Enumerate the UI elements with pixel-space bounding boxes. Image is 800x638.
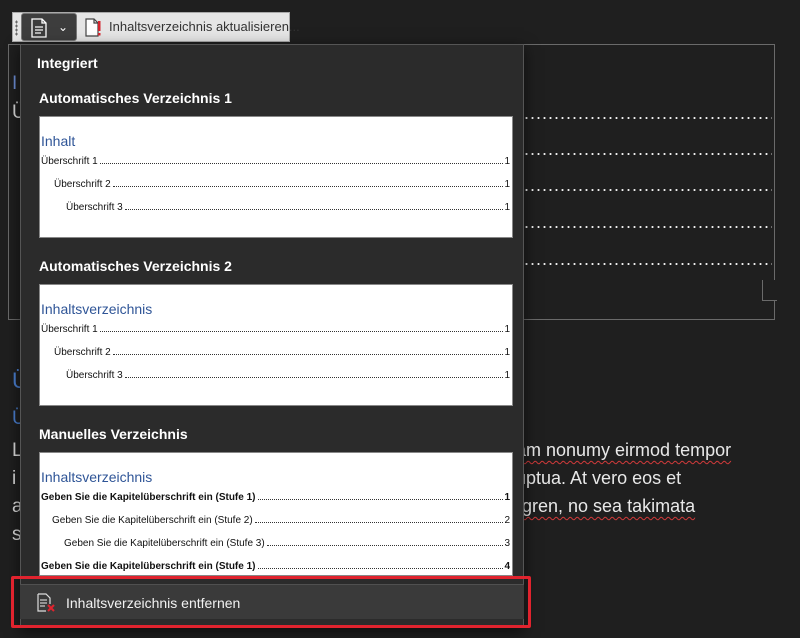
preview-line: Geben Sie die Kapitelüberschrift ein (St…	[64, 538, 510, 549]
document-toc-row: ........................................…	[500, 103, 772, 123]
preview-heading: Inhaltsverzeichnis	[41, 469, 153, 485]
gallery-title-manual: Manuelles Verzeichnis	[39, 426, 188, 442]
frame-notch	[762, 280, 777, 301]
chevron-down-icon: ⌄	[58, 20, 69, 34]
document-body-line: rgren, no sea takimata	[516, 496, 696, 516]
preview-heading: Inhaltsverzeichnis	[41, 301, 153, 317]
update-table-button[interactable]: Inhaltsverzeichnis aktualisieren...	[109, 19, 300, 34]
preview-line: Überschrift 21	[54, 179, 510, 190]
gallery-item-manual[interactable]: Inhaltsverzeichnis Geben Sie die Kapitel…	[39, 452, 513, 576]
preview-line: Überschrift 11	[41, 324, 510, 335]
table-of-contents-icon	[30, 18, 48, 43]
document-body-line: uptua. At vero eos et	[516, 468, 682, 488]
preview-heading: Inhalt	[41, 133, 76, 149]
gallery-title-auto-2: Automatisches Verzeichnis 2	[39, 258, 232, 274]
gallery-item-auto-1[interactable]: Inhalt Überschrift 11 Überschrift 21 Übe…	[39, 116, 513, 238]
preview-line: Geben Sie die Kapitelüberschrift ein (St…	[41, 492, 510, 503]
document-fragment: i	[12, 468, 17, 489]
preview-line: Überschrift 31	[66, 370, 510, 381]
gallery-title-auto-1: Automatisches Verzeichnis 1	[39, 90, 232, 106]
grip-handle[interactable]	[15, 20, 18, 36]
document-toc-row: ........................................…	[500, 175, 772, 195]
document-toc-row: ........................................…	[500, 249, 772, 269]
menu-section-heading: Integriert	[37, 55, 98, 71]
gallery-item-auto-2[interactable]: Inhaltsverzeichnis Überschrift 11 Übersc…	[39, 284, 513, 406]
highlight-box	[11, 576, 531, 628]
document-toc-row: ........................................…	[500, 139, 772, 159]
preview-line: Überschrift 11	[41, 156, 510, 167]
preview-line: Geben Sie die Kapitelüberschrift ein (St…	[41, 561, 510, 572]
document-toc-row: ........................................…	[500, 212, 772, 232]
preview-line: Geben Sie die Kapitelüberschrift ein (St…	[52, 515, 510, 526]
document-body-line: am nonumy eirmod tempor	[516, 440, 732, 460]
toc-toolbar: ⌄ Inhaltsverzeichnis aktualisieren...	[12, 12, 300, 42]
table-of-contents-menu: Integriert Automatisches Verzeichnis 1 I…	[20, 44, 524, 628]
preview-line: Überschrift 31	[66, 202, 510, 213]
document-fragment: I	[12, 73, 18, 94]
update-table-icon	[85, 18, 101, 42]
preview-line: Überschrift 21	[54, 347, 510, 358]
table-of-contents-button[interactable]: ⌄	[21, 13, 77, 41]
